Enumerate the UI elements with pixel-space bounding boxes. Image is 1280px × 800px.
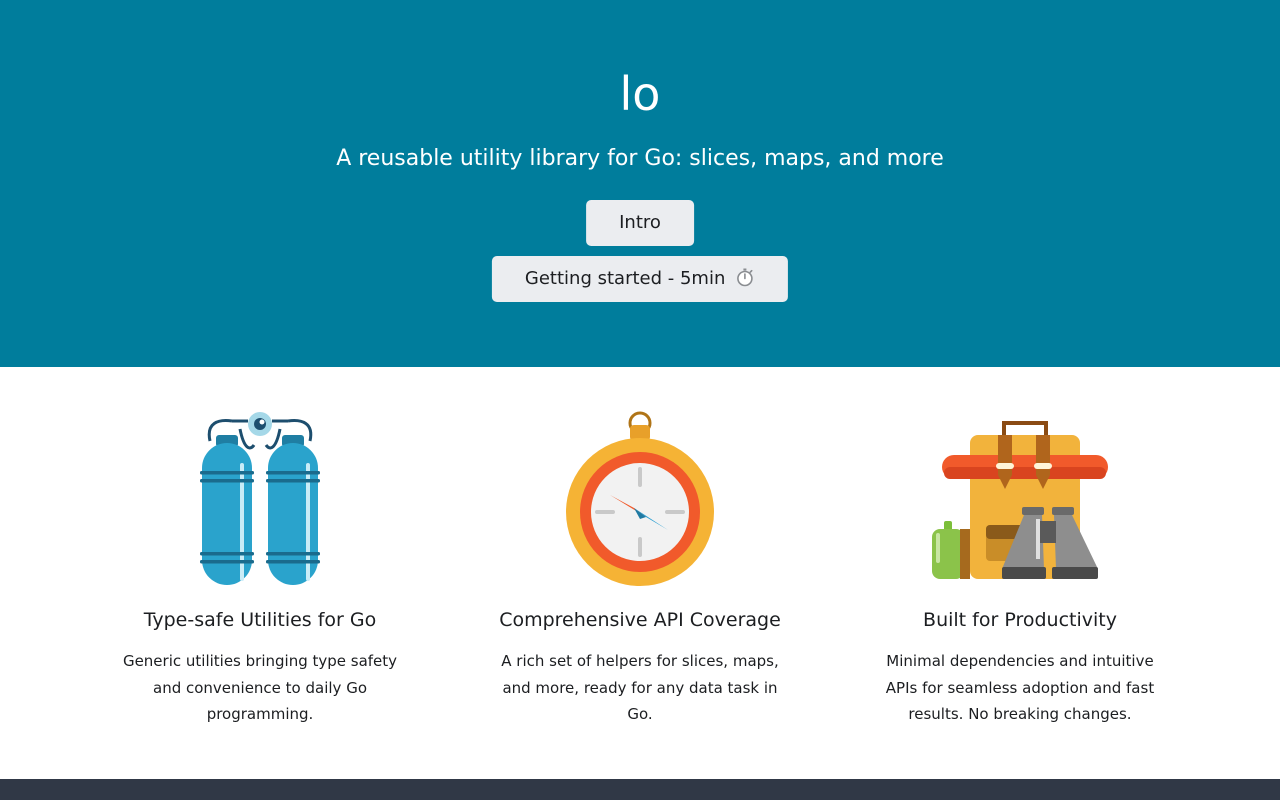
feature-title: Built for Productivity bbox=[923, 609, 1117, 631]
features-section: Type-safe Utilities for Go Generic utili… bbox=[0, 367, 1280, 779]
project-title: lo bbox=[619, 67, 661, 121]
feature-title: Type-safe Utilities for Go bbox=[143, 609, 377, 631]
intro-button-label: Intro bbox=[619, 212, 661, 233]
feature-description: A rich set of helpers for slices, maps, … bbox=[501, 652, 779, 723]
feature-description: Generic utilities bringing type safety a… bbox=[122, 652, 398, 723]
hero-banner: lo A reusable utility library for Go: sl… bbox=[0, 0, 1280, 367]
stopwatch-icon bbox=[735, 256, 755, 302]
feature-description: Minimal dependencies and intuitive APIs … bbox=[885, 652, 1155, 723]
oxygen-tanks-icon bbox=[170, 409, 350, 589]
getting-started-label: Getting started - 5min bbox=[524, 268, 726, 289]
backpack-binoculars-icon bbox=[930, 409, 1110, 589]
feature-title: Comprehensive API Coverage bbox=[499, 609, 781, 631]
intro-button[interactable]: Intro bbox=[586, 200, 694, 246]
footer bbox=[0, 779, 1280, 800]
compass-icon bbox=[550, 409, 730, 589]
project-tagline: A reusable utility library for Go: slice… bbox=[336, 146, 944, 171]
getting-started-button[interactable]: Getting started - 5min bbox=[491, 256, 789, 302]
